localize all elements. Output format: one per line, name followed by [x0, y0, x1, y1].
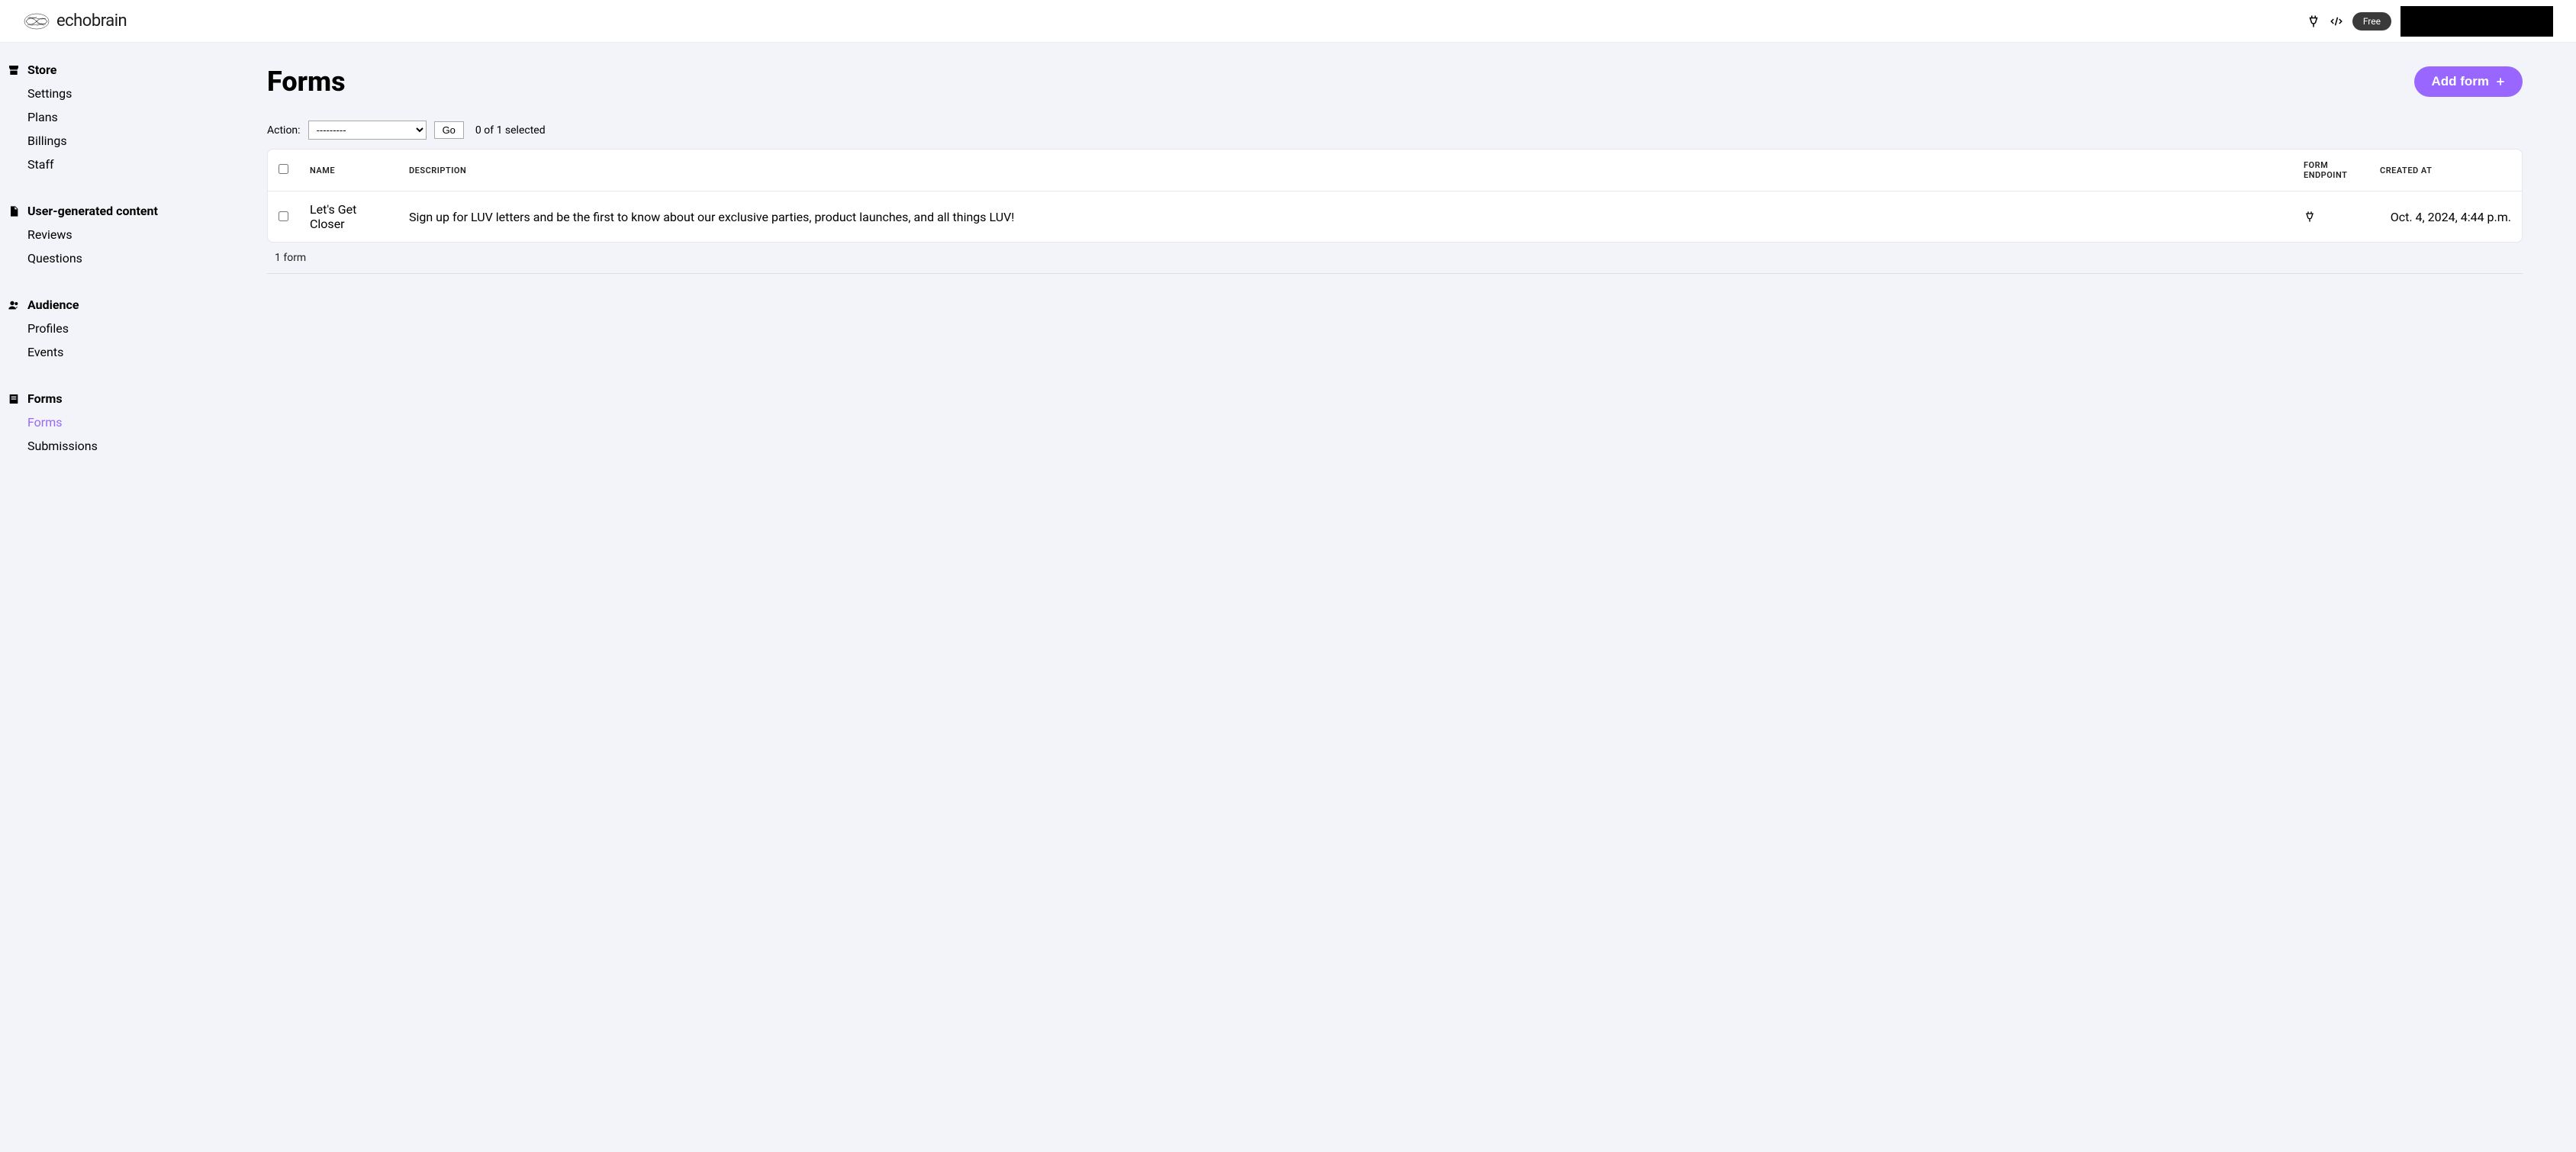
main-content: Forms Add form Action: --------- Go 0 of…: [237, 43, 2576, 1152]
account-area[interactable]: [2401, 6, 2553, 37]
header-right: Free: [2307, 6, 2553, 37]
table-header-row: NAME DESCRIPTION FORM ENDPOINT CREATED A…: [268, 150, 2522, 191]
page-title: Forms: [267, 66, 346, 98]
page-header: Forms Add form: [267, 66, 2523, 98]
nav-header-store[interactable]: Store: [8, 58, 229, 82]
selection-count: 0 of 1 selected: [475, 124, 546, 137]
nav-header-audience[interactable]: Audience: [8, 293, 229, 317]
header: echobrain Free: [0, 0, 2576, 43]
add-form-button[interactable]: Add form: [2414, 66, 2523, 97]
divider: [267, 273, 2523, 274]
action-label: Action:: [267, 124, 301, 137]
plug-icon[interactable]: [2307, 14, 2320, 28]
sidebar-item-billings[interactable]: Billings: [8, 129, 229, 153]
row-checkbox[interactable]: [279, 211, 288, 221]
nav-section-ugc: User-generated content Reviews Questions: [8, 199, 229, 270]
sidebar-item-forms[interactable]: Forms: [8, 410, 229, 434]
form-endpoint-link[interactable]: [2304, 211, 2359, 223]
col-name[interactable]: NAME: [299, 150, 398, 191]
nav-section-store: Store Settings Plans Billings Staff: [8, 58, 229, 176]
nav-header-label: Audience: [27, 298, 79, 312]
sidebar-item-plans[interactable]: Plans: [8, 105, 229, 129]
nav-header-label: Store: [27, 63, 56, 77]
sidebar-item-settings[interactable]: Settings: [8, 82, 229, 105]
sidebar-item-profiles[interactable]: Profiles: [8, 317, 229, 340]
nav-header-ugc[interactable]: User-generated content: [8, 199, 229, 223]
table-row[interactable]: Let's Get Closer Sign up for LUV letters…: [268, 191, 2522, 243]
action-select[interactable]: ---------: [308, 121, 427, 140]
footer-count: 1 form: [267, 243, 2523, 273]
code-icon[interactable]: [2330, 14, 2343, 28]
col-endpoint[interactable]: FORM ENDPOINT: [2293, 150, 2369, 191]
cell-created: Oct. 4, 2024, 4:44 p.m.: [2369, 191, 2522, 243]
cell-description: Sign up for LUV letters and be the first…: [398, 191, 2293, 243]
brand-logo[interactable]: echobrain: [23, 11, 127, 31]
go-button[interactable]: Go: [434, 121, 464, 139]
free-badge[interactable]: Free: [2352, 12, 2391, 31]
col-created[interactable]: CREATED AT: [2369, 150, 2522, 191]
plus-icon: [2495, 76, 2506, 87]
sidebar: Store Settings Plans Billings Staff User…: [0, 43, 237, 1152]
brain-icon: [23, 12, 50, 31]
sidebar-item-reviews[interactable]: Reviews: [8, 223, 229, 246]
action-row: Action: --------- Go 0 of 1 selected: [267, 121, 2523, 140]
nav-section-audience: Audience Profiles Events: [8, 293, 229, 364]
col-description[interactable]: DESCRIPTION: [398, 150, 2293, 191]
sidebar-item-staff[interactable]: Staff: [8, 153, 229, 176]
store-icon: [8, 64, 20, 76]
sidebar-item-events[interactable]: Events: [8, 340, 229, 364]
sidebar-item-questions[interactable]: Questions: [8, 246, 229, 270]
nav-header-forms[interactable]: Forms: [8, 387, 229, 410]
sidebar-item-submissions[interactable]: Submissions: [8, 434, 229, 458]
brand-name: echobrain: [56, 11, 127, 31]
add-form-label: Add form: [2431, 74, 2489, 89]
nav-header-label: User-generated content: [27, 204, 158, 218]
document-icon: [8, 205, 20, 217]
people-icon: [8, 299, 20, 311]
nav-header-label: Forms: [27, 391, 63, 406]
forms-table: NAME DESCRIPTION FORM ENDPOINT CREATED A…: [267, 149, 2523, 243]
select-all-checkbox[interactable]: [279, 164, 288, 174]
plug-icon: [2304, 211, 2316, 223]
nav-section-forms: Forms Forms Submissions: [8, 387, 229, 458]
form-icon: [8, 393, 20, 405]
cell-name[interactable]: Let's Get Closer: [299, 191, 398, 243]
